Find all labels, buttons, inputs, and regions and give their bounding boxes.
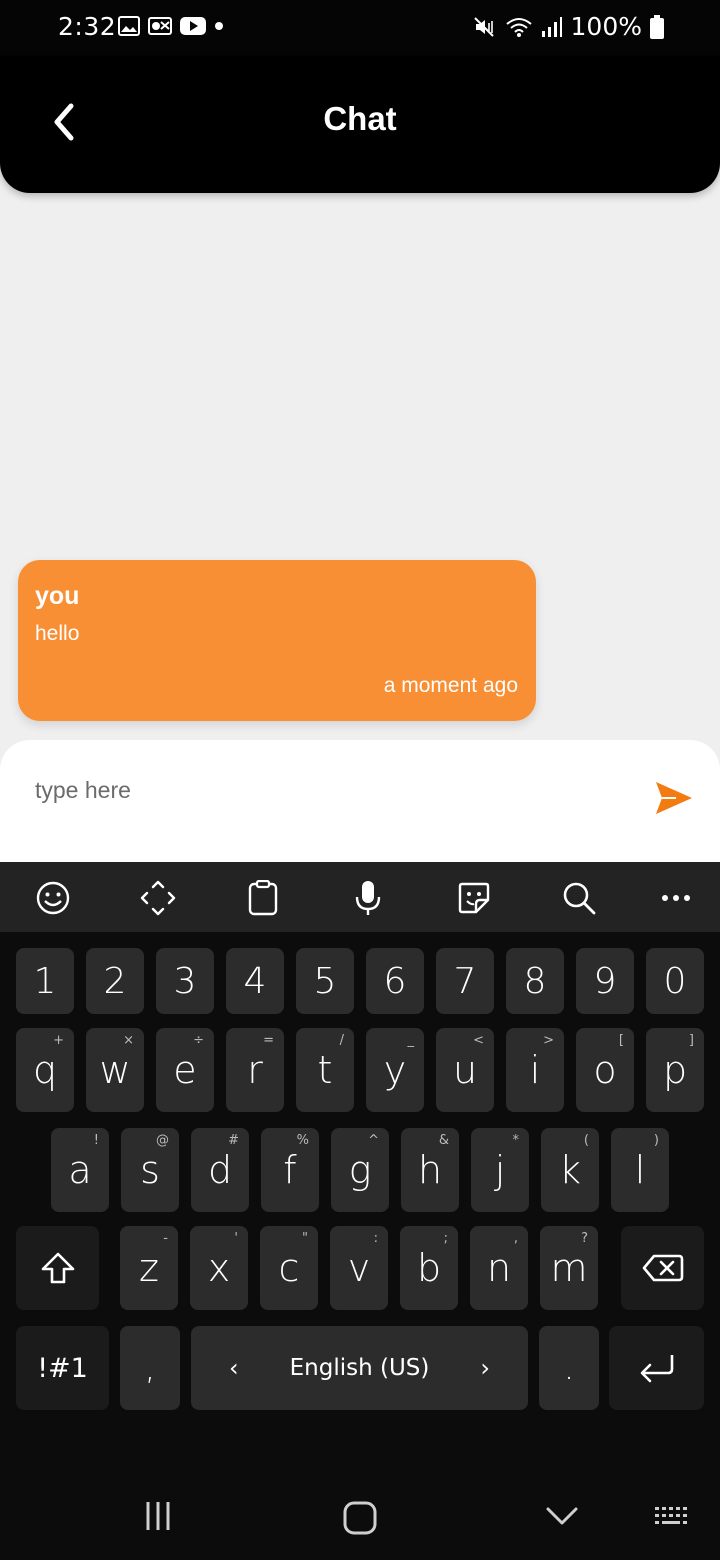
message-text: hello	[35, 622, 80, 645]
sticker-icon	[458, 882, 490, 914]
key-u[interactable]: < u	[436, 1028, 494, 1112]
signal-icon	[541, 16, 562, 37]
key-2[interactable]: 2	[86, 948, 144, 1014]
key-g[interactable]: ^ g	[331, 1128, 389, 1212]
key-h[interactable]: & h	[401, 1128, 459, 1212]
keyboard-toolbar	[0, 862, 720, 932]
space-key[interactable]: ‹ English (US) ›	[191, 1326, 528, 1410]
battery-percent: 100%	[570, 12, 642, 41]
message-timestamp: a moment ago	[383, 674, 518, 697]
key-p[interactable]: ] p	[646, 1028, 704, 1112]
status-bar: 2:32 100%	[0, 0, 720, 56]
navigation-bar	[0, 1470, 720, 1560]
home-icon	[343, 1501, 377, 1535]
key-s[interactable]: @ s	[121, 1128, 179, 1212]
key-m[interactable]: ? m	[540, 1226, 598, 1310]
key-9[interactable]: 9	[576, 948, 634, 1014]
key-7[interactable]: 7	[436, 948, 494, 1014]
message-bubble[interactable]: you hello a moment ago	[18, 560, 536, 721]
more-icon	[662, 895, 690, 901]
youtube-icon	[180, 17, 206, 35]
emoji-button[interactable]	[31, 876, 75, 920]
key-a[interactable]: ! a	[51, 1128, 109, 1212]
voice-input-button[interactable]	[346, 876, 390, 920]
dot-icon	[215, 22, 223, 30]
send-button[interactable]	[654, 780, 698, 820]
backspace-key[interactable]	[621, 1226, 704, 1310]
hide-keyboard-button[interactable]	[542, 1504, 582, 1528]
key-c[interactable]: " c	[260, 1226, 318, 1310]
status-time: 2:32	[58, 12, 117, 41]
message-sender: you	[35, 582, 80, 610]
key-d[interactable]: # d	[191, 1128, 249, 1212]
wifi-icon	[505, 17, 532, 37]
cursor-control-button[interactable]	[136, 876, 180, 920]
key-1[interactable]: 1	[16, 948, 74, 1014]
emoji-icon	[36, 881, 70, 915]
key-e[interactable]: ÷ e	[156, 1028, 214, 1112]
key-t[interactable]: / t	[296, 1028, 354, 1112]
more-button[interactable]	[654, 876, 698, 920]
hide-keyboard-icon	[546, 1507, 578, 1525]
chevron-left-icon: ‹	[229, 1354, 239, 1382]
key-k[interactable]: (k	[541, 1128, 599, 1212]
symbols-key[interactable]: !#1	[16, 1326, 109, 1410]
send-icon	[656, 782, 692, 814]
key-y[interactable]: _ y	[366, 1028, 424, 1112]
notification-icons	[118, 16, 224, 36]
key-6[interactable]: 6	[366, 948, 424, 1014]
microphone-icon	[355, 881, 381, 915]
home-button[interactable]	[340, 1500, 380, 1536]
key-w[interactable]: × w	[86, 1028, 144, 1112]
period-key[interactable]: .	[539, 1326, 599, 1410]
shift-icon	[41, 1252, 74, 1284]
enter-key[interactable]	[609, 1326, 704, 1410]
key-b[interactable]: ; b	[400, 1226, 458, 1310]
page-title: Chat	[323, 100, 397, 137]
outlook-icon	[148, 17, 172, 35]
comma-key[interactable]: ,	[120, 1326, 180, 1410]
key-f[interactable]: % f	[261, 1128, 319, 1212]
composer	[0, 740, 720, 864]
key-o[interactable]: [o	[576, 1028, 634, 1112]
keyboard-switch-icon	[655, 1507, 687, 1524]
key-3[interactable]: 3	[156, 948, 214, 1014]
key-v[interactable]: :v	[330, 1226, 388, 1310]
system-icons: 100%	[473, 12, 664, 41]
key-r[interactable]: = r	[226, 1028, 284, 1112]
recent-apps-button[interactable]	[138, 1500, 178, 1532]
key-n[interactable]: ,n	[470, 1226, 528, 1310]
message-input[interactable]	[35, 772, 595, 808]
key-8[interactable]: 8	[506, 948, 564, 1014]
key-q[interactable]: + q	[16, 1028, 74, 1112]
app-header: Chat	[0, 56, 720, 193]
search-icon	[563, 882, 596, 915]
key-4[interactable]: 4	[226, 948, 284, 1014]
key-z[interactable]: -z	[120, 1226, 178, 1310]
chevron-right-icon: ›	[480, 1354, 490, 1382]
clipboard-icon	[248, 880, 278, 916]
recent-apps-icon	[146, 1502, 170, 1530]
search-button[interactable]	[557, 876, 601, 920]
sticker-button[interactable]	[452, 876, 496, 920]
key-5[interactable]: 5	[296, 948, 354, 1014]
language-label: English (US)	[289, 1355, 430, 1381]
key-l[interactable]: ) l	[611, 1128, 669, 1212]
clipboard-button[interactable]	[241, 876, 285, 920]
keyboard-switch-button[interactable]	[652, 1504, 692, 1532]
gallery-icon	[118, 16, 140, 36]
mute-icon	[473, 16, 494, 37]
key-i[interactable]: > i	[506, 1028, 564, 1112]
key-0[interactable]: 0	[646, 948, 704, 1014]
key-j[interactable]: * j	[471, 1128, 529, 1212]
keyboard: 1 2 3 4 5 6 7 8 9 0 + q × w ÷ e = r / t _ y < u…	[0, 862, 720, 1560]
key-x[interactable]: ' x	[190, 1226, 248, 1310]
chat-screen: 2:32 100% Chat you hello a moment ago ty…	[0, 0, 720, 1560]
battery-icon	[650, 14, 664, 39]
shift-key[interactable]	[16, 1226, 99, 1310]
enter-icon	[640, 1355, 673, 1383]
cursor-move-icon	[140, 880, 176, 916]
backspace-icon	[642, 1254, 683, 1282]
